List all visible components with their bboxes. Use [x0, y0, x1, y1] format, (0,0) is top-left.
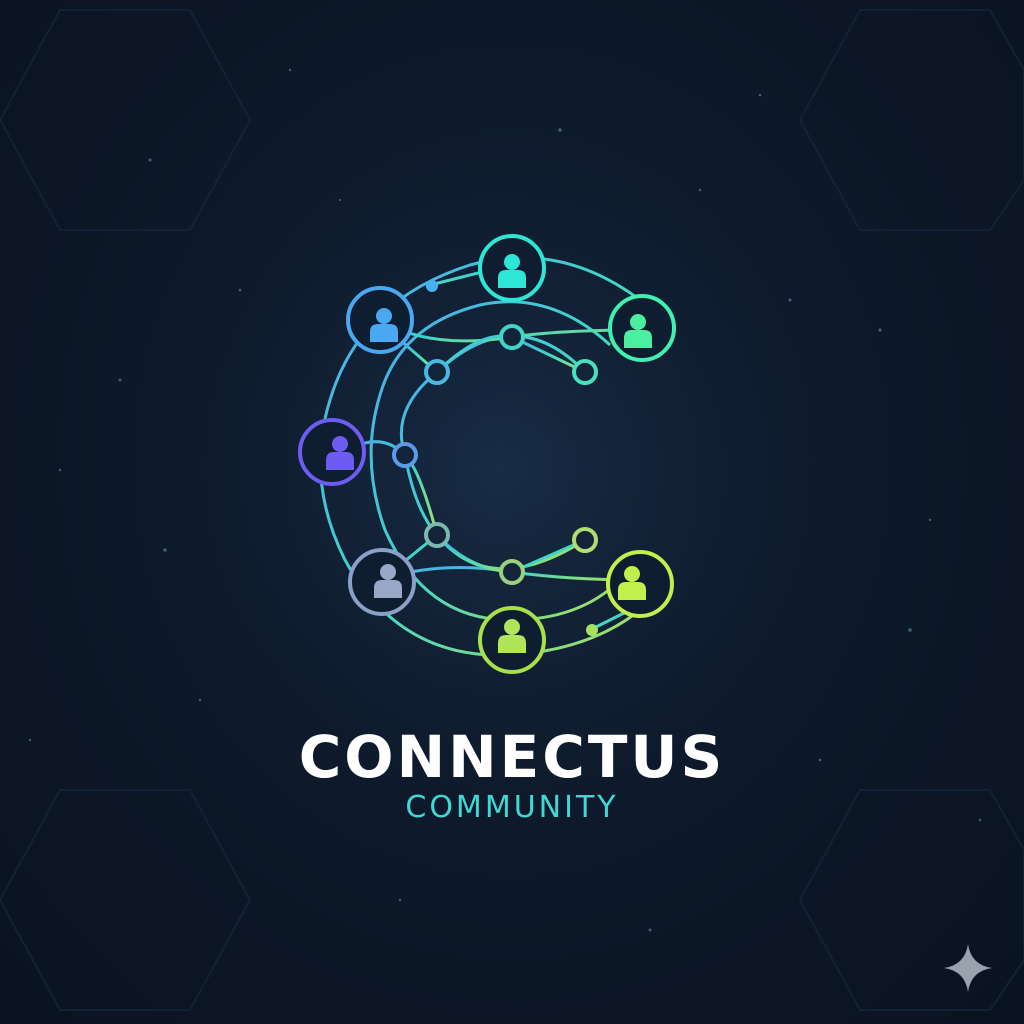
background-decoration: [0, 9, 1024, 1011]
person-node-lower-left: [348, 548, 416, 616]
person-node-bottom: [478, 606, 546, 674]
network-node: [572, 359, 598, 385]
network-node: [572, 527, 598, 553]
network-node: [499, 324, 525, 350]
brand-name: CONNECTUS: [298, 723, 726, 791]
brand-tagline: COMMUNITY: [405, 790, 619, 825]
person-node-top-right: [608, 294, 676, 362]
person-node-top: [478, 234, 546, 302]
person-node-bottom-right: [606, 550, 674, 618]
network-node: [424, 522, 450, 548]
network-node: [424, 359, 450, 385]
person-node-upper-left: [346, 286, 414, 354]
person-node-left: [298, 418, 366, 486]
logo-scene: [0, 9, 1024, 1011]
network-node: [392, 442, 418, 468]
network-node: [499, 559, 525, 585]
sparkle-icon: [944, 944, 992, 992]
